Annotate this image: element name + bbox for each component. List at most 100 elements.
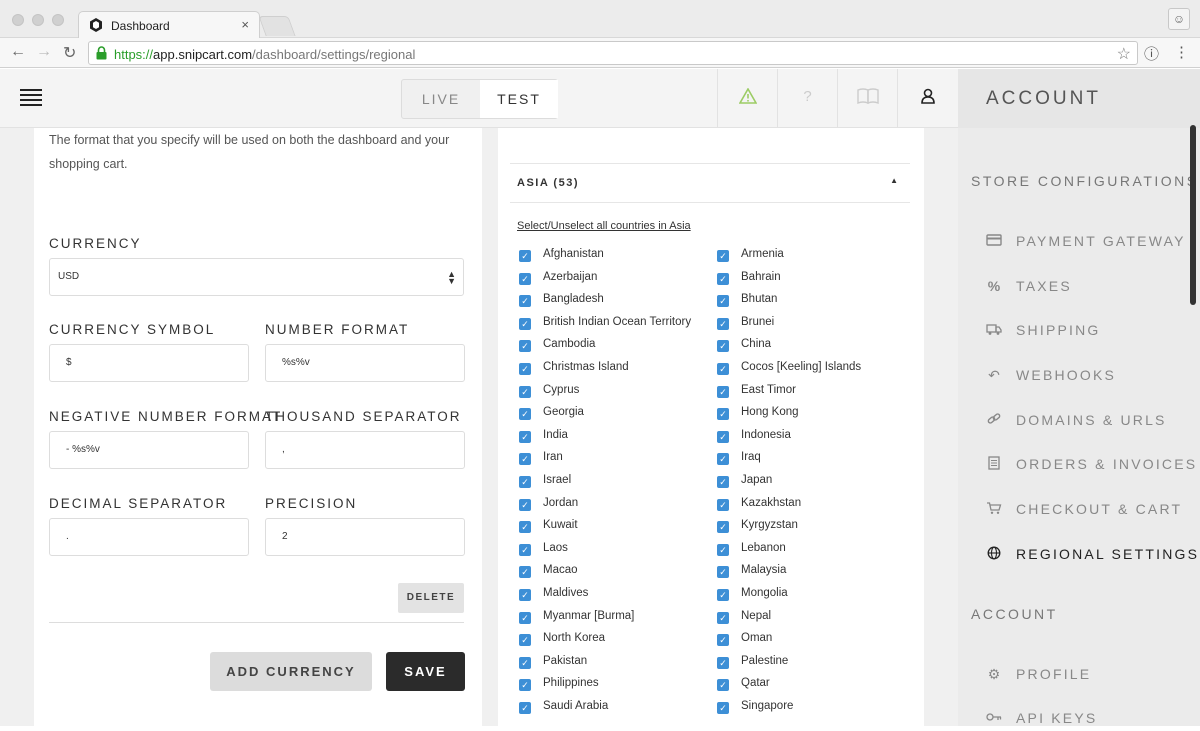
country-item[interactable]: ✓ British Indian Ocean Territory: [519, 316, 709, 332]
checkbox-checked-icon[interactable]: ✓: [519, 634, 531, 647]
sidebar-item-api-keys[interactable]: API KEYS: [986, 709, 1196, 731]
checkbox-checked-icon[interactable]: ✓: [717, 679, 729, 692]
sidebar-item-payment-gateway[interactable]: PAYMENT GATEWAY: [986, 232, 1196, 254]
country-item[interactable]: ✓ Cambodia: [519, 338, 709, 354]
checkbox-checked-icon[interactable]: ✓: [717, 408, 729, 421]
checkbox-checked-icon[interactable]: ✓: [717, 634, 729, 647]
country-item[interactable]: ✓ Lebanon: [717, 542, 907, 558]
profile-icon[interactable]: ☺: [1168, 8, 1190, 30]
country-item[interactable]: ✓ Hong Kong: [717, 406, 907, 422]
country-item[interactable]: ✓ Armenia: [717, 248, 907, 264]
star-icon[interactable]: ☆: [1117, 44, 1131, 64]
sidebar-item-webhooks[interactable]: ↶ WEBHOOKS: [986, 366, 1196, 388]
currency-symbol-input[interactable]: $: [49, 344, 249, 382]
country-item[interactable]: ✓ Philippines: [519, 677, 709, 693]
help-button[interactable]: ?: [777, 69, 837, 128]
checkbox-checked-icon[interactable]: ✓: [717, 363, 729, 375]
checkbox-checked-icon[interactable]: ✓: [519, 476, 531, 488]
country-item[interactable]: ✓ Georgia: [519, 406, 709, 422]
country-item[interactable]: ✓ Malaysia: [717, 564, 907, 580]
country-item[interactable]: ✓ Singapore: [717, 700, 907, 716]
country-item[interactable]: ✓ Kuwait: [519, 519, 709, 535]
country-item[interactable]: ✓ Laos: [519, 542, 709, 558]
country-item[interactable]: ✓ Jordan: [519, 497, 709, 513]
checkbox-checked-icon[interactable]: ✓: [717, 543, 729, 556]
checkbox-checked-icon[interactable]: ✓: [519, 453, 531, 466]
checkbox-checked-icon[interactable]: ✓: [717, 702, 729, 714]
menu-dots-icon[interactable]: ⋮: [1174, 43, 1189, 61]
checkbox-checked-icon[interactable]: ✓: [717, 611, 729, 624]
country-item[interactable]: ✓ India: [519, 429, 709, 445]
checkbox-checked-icon[interactable]: ✓: [717, 656, 729, 669]
window-close-dot[interactable]: [12, 14, 24, 26]
country-item[interactable]: ✓ Indonesia: [717, 429, 907, 445]
info-icon[interactable]: ⓘ: [1144, 43, 1159, 64]
negative-number-format-input[interactable]: - %s%v: [49, 431, 249, 469]
checkbox-checked-icon[interactable]: ✓: [519, 385, 531, 398]
forward-icon[interactable]: →: [36, 43, 52, 61]
checkbox-checked-icon[interactable]: ✓: [519, 317, 531, 330]
sidebar-item-shipping[interactable]: SHIPPING: [986, 321, 1196, 343]
country-item[interactable]: ✓ Bangladesh: [519, 293, 709, 309]
environment-toggle[interactable]: LIVE TEST: [401, 79, 558, 119]
window-maximize-dot[interactable]: [52, 14, 64, 26]
country-item[interactable]: ✓ North Korea: [519, 632, 709, 648]
region-accordion-header[interactable]: ASIA (53) ▲: [510, 163, 910, 203]
checkbox-checked-icon[interactable]: ✓: [519, 543, 531, 556]
checkbox-checked-icon[interactable]: ✓: [717, 430, 729, 443]
hamburger-icon[interactable]: [20, 89, 42, 107]
country-item[interactable]: ✓ Cocos [Keeling] Islands: [717, 361, 907, 377]
checkbox-checked-icon[interactable]: ✓: [717, 250, 729, 262]
checkbox-checked-icon[interactable]: ✓: [519, 408, 531, 421]
checkbox-checked-icon[interactable]: ✓: [519, 363, 531, 375]
checkbox-checked-icon[interactable]: ✓: [717, 589, 729, 601]
country-item[interactable]: ✓ Nepal: [717, 610, 907, 626]
country-item[interactable]: ✓ Cyprus: [519, 384, 709, 400]
country-item[interactable]: ✓ Maldives: [519, 587, 709, 603]
env-live-button[interactable]: LIVE: [402, 80, 480, 118]
country-item[interactable]: ✓ Macao: [519, 564, 709, 580]
checkbox-checked-icon[interactable]: ✓: [519, 430, 531, 443]
checkbox-checked-icon[interactable]: ✓: [717, 476, 729, 488]
sidebar-item-domains-urls[interactable]: DOMAINS & URLS: [986, 411, 1196, 433]
tab-close-icon[interactable]: ×: [241, 17, 249, 32]
checkbox-checked-icon[interactable]: ✓: [717, 272, 729, 285]
sidebar-item-profile[interactable]: ⚙ PROFILE: [986, 665, 1196, 687]
checkbox-checked-icon[interactable]: ✓: [717, 453, 729, 466]
checkbox-checked-icon[interactable]: ✓: [717, 521, 729, 534]
checkbox-checked-icon[interactable]: ✓: [717, 385, 729, 398]
address-bar[interactable]: https://app.snipcart.com/dashboard/setti…: [88, 41, 1138, 65]
country-item[interactable]: ✓ Mongolia: [717, 587, 907, 603]
country-item[interactable]: ✓ Christmas Island: [519, 361, 709, 377]
country-item[interactable]: ✓ Kazakhstan: [717, 497, 907, 513]
thousand-separator-input[interactable]: ,: [265, 431, 465, 469]
checkbox-checked-icon[interactable]: ✓: [519, 295, 531, 308]
checkbox-checked-icon[interactable]: ✓: [717, 295, 729, 308]
country-item[interactable]: ✓ Azerbaijan: [519, 271, 709, 287]
window-minimize-dot[interactable]: [32, 14, 44, 26]
sidebar-item-checkout-cart[interactable]: CHECKOUT & CART: [986, 500, 1196, 522]
caret-up-icon[interactable]: ▲: [890, 176, 898, 185]
checkbox-checked-icon[interactable]: ✓: [519, 702, 531, 714]
country-item[interactable]: ✓ Bhutan: [717, 293, 907, 309]
country-item[interactable]: ✓ Oman: [717, 632, 907, 648]
precision-input[interactable]: 2: [265, 518, 465, 556]
checkbox-checked-icon[interactable]: ✓: [519, 656, 531, 669]
checkbox-checked-icon[interactable]: ✓: [519, 498, 531, 511]
country-item[interactable]: ✓ Pakistan: [519, 655, 709, 671]
country-item[interactable]: ✓ China: [717, 338, 907, 354]
checkbox-checked-icon[interactable]: ✓: [519, 589, 531, 601]
save-button[interactable]: SAVE: [386, 652, 465, 691]
sidebar-item-taxes[interactable]: % TAXES: [986, 277, 1196, 299]
number-format-input[interactable]: %s%v: [265, 344, 465, 382]
country-item[interactable]: ✓ Brunei: [717, 316, 907, 332]
env-test-button[interactable]: TEST: [480, 80, 558, 118]
sidebar-scrollbar[interactable]: [1190, 125, 1196, 305]
country-item[interactable]: ✓ Iran: [519, 451, 709, 467]
user-button[interactable]: [897, 69, 957, 128]
warning-button[interactable]: [717, 69, 777, 128]
country-item[interactable]: ✓ East Timor: [717, 384, 907, 400]
currency-select[interactable]: USD ▲ ▼: [49, 258, 464, 296]
browser-tab-dashboard[interactable]: Dashboard ×: [78, 11, 260, 39]
country-item[interactable]: ✓ Afghanistan: [519, 248, 709, 264]
